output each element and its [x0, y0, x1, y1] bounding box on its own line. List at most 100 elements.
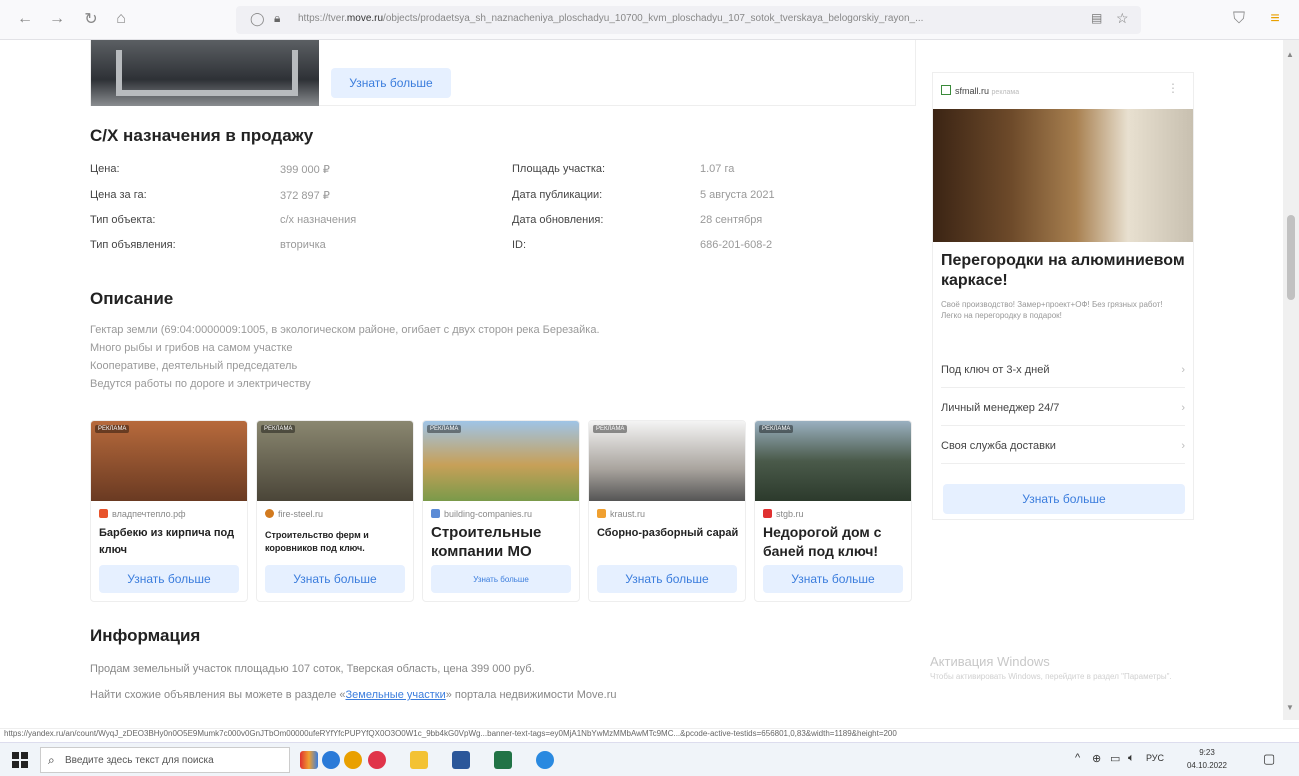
price-value: 399 000 ₽: [280, 164, 330, 176]
lock-icon[interactable]: 🔒︎: [274, 11, 280, 26]
updated-value: 28 сентября: [700, 214, 763, 226]
ad-image[interactable]: [755, 421, 911, 501]
ad-card[interactable]: РЕКЛАМА building-companies.ru Строительн…: [422, 420, 580, 602]
ad-text: Своё производство! Замер+проект+ОФ! Без …: [941, 300, 1163, 320]
object-type-label: Тип объекта:: [90, 214, 156, 226]
shield-extension-icon[interactable]: ⛉: [1228, 8, 1250, 30]
ad-source[interactable]: kraust.ru: [597, 509, 645, 519]
info-line: Продам земельный участок площадью 107 со…: [90, 663, 535, 675]
notifications-icon[interactable]: ▢: [1263, 751, 1275, 767]
yandex-browser-icon[interactable]: [344, 751, 362, 769]
forward-icon[interactable]: →: [46, 8, 68, 30]
learn-more-button[interactable]: Узнать больше: [265, 565, 405, 593]
ad-card[interactable]: РЕКЛАМА kraust.ru Сборно-разборный сарай…: [588, 420, 746, 602]
site-icon: [597, 509, 606, 518]
scroll-thumb[interactable]: [1287, 215, 1295, 300]
clock[interactable]: 9:23 04.10.2022: [1183, 746, 1231, 772]
page-content: Узнать больше С/Х назначения в продажу Ц…: [0, 40, 1283, 720]
url-text[interactable]: https://tver.move.ru/objects/prodaetsya_…: [298, 13, 1088, 24]
bookmark-star-icon[interactable]: ☆: [1116, 10, 1129, 27]
ad-source[interactable]: sfmall.ru реклама: [941, 85, 1019, 96]
description-line: Гектар земли (69:04:0000009:1005, в экол…: [90, 324, 600, 336]
published-value: 5 августа 2021: [700, 189, 775, 201]
chevron-right-icon: ›: [1181, 363, 1185, 376]
ad-title[interactable]: Сборно-разборный сарай: [597, 525, 742, 542]
site-icon: [763, 509, 772, 518]
status-url: https://yandex.ru/an/count/WyqJ_zDEO3BHy…: [0, 728, 1299, 742]
ad-image[interactable]: [91, 421, 247, 501]
site-icon: [265, 509, 274, 518]
search-icon: ⌕: [48, 753, 55, 767]
description-line: Кооперативе, деятельный председатель: [90, 360, 298, 372]
learn-more-button[interactable]: Узнать больше: [597, 565, 737, 593]
file-explorer-icon[interactable]: [410, 751, 428, 769]
shield-icon[interactable]: ◯: [250, 11, 265, 27]
ad-card[interactable]: РЕКЛАМА владпечтепло.рф Барбекю из кирпи…: [90, 420, 248, 602]
chevron-up-icon[interactable]: ^: [1075, 752, 1080, 764]
globe-icon[interactable]: [322, 751, 340, 769]
ad-tag: РЕКЛАМА: [593, 425, 628, 433]
ad-title[interactable]: Недорогой дом с баней под ключ!: [763, 523, 908, 561]
learn-more-button[interactable]: Узнать больше: [763, 565, 903, 593]
ad-feature-row[interactable]: Своя служба доставки ›: [941, 428, 1185, 464]
ad-image[interactable]: [91, 40, 319, 106]
multicolor-app-icon[interactable]: [300, 751, 318, 769]
taskbar-search-input[interactable]: ⌕ Введите здесь текст для поиска: [40, 747, 290, 773]
reader-view-icon[interactable]: ▤: [1091, 11, 1102, 25]
ad-card[interactable]: РЕКЛАМА stgb.ru Недорогой дом с баней по…: [754, 420, 912, 602]
top-ad-card: Узнать больше: [90, 40, 916, 106]
windows-start-icon[interactable]: [12, 752, 28, 768]
listing-type-label: Тип объявления:: [90, 239, 176, 251]
language-indicator[interactable]: РУС: [1146, 753, 1164, 763]
ad-title[interactable]: Барбекю из кирпича под ключ: [99, 525, 244, 559]
ad-title[interactable]: Перегородки на алюминиевом каркасе!: [941, 251, 1191, 291]
ad-title[interactable]: Строительные компании МО: [431, 523, 576, 561]
back-icon[interactable]: ←: [14, 8, 36, 30]
ad-card[interactable]: РЕКЛАМА fire-steel.ru Строительство ферм…: [256, 420, 414, 602]
ad-source[interactable]: fire-steel.ru: [265, 509, 323, 519]
info-line: Найти схожие объявления вы можете в разд…: [90, 689, 617, 701]
network-icon[interactable]: ⊕: [1092, 752, 1101, 765]
id-value: 686-201-608-2: [700, 239, 773, 251]
menu-icon[interactable]: ≡: [1264, 8, 1286, 30]
ad-tag: РЕКЛАМА: [427, 425, 462, 433]
ad-image[interactable]: [589, 421, 745, 501]
price-per-ha-value: 372 897 ₽: [280, 190, 330, 202]
firefox-icon[interactable]: [368, 751, 386, 769]
ad-image[interactable]: [423, 421, 579, 501]
learn-more-button[interactable]: Узнать больше: [943, 484, 1185, 514]
more-options-icon[interactable]: ⋮: [1167, 81, 1179, 95]
page-scrollbar[interactable]: ▲ ▼: [1283, 40, 1299, 720]
browser-toolbar: ← → ↻ ⌂ ◯ 🔒︎ https://tver.move.ru/object…: [0, 0, 1299, 40]
windows-activation-title: Активация Windows: [930, 654, 1050, 669]
description-line: Много рыбы и грибов на самом участке: [90, 342, 293, 354]
address-bar[interactable]: ◯ 🔒︎ https://tver.move.ru/objects/prodae…: [236, 6, 1141, 34]
ad-image[interactable]: [257, 421, 413, 501]
area-label: Площадь участка:: [512, 163, 606, 175]
scroll-up-icon[interactable]: ▲: [1286, 50, 1294, 59]
ad-source[interactable]: stgb.ru: [763, 509, 804, 519]
word-icon[interactable]: [452, 751, 470, 769]
id-label: ID:: [512, 239, 527, 251]
ad-feature-row[interactable]: Под ключ от 3-х дней ›: [941, 352, 1185, 388]
home-icon[interactable]: ⌂: [110, 8, 132, 30]
ad-source[interactable]: building-companies.ru: [431, 509, 532, 519]
ad-feature-row[interactable]: Личный менеджер 24/7 ›: [941, 390, 1185, 426]
learn-more-button[interactable]: Узнать больше: [431, 565, 571, 593]
ad-source[interactable]: владпечтепло.рф: [99, 509, 186, 519]
volume-icon[interactable]: 🔈︎: [1128, 752, 1135, 765]
ad-image[interactable]: [933, 109, 1193, 242]
scroll-down-icon[interactable]: ▼: [1286, 703, 1294, 712]
site-icon: [941, 85, 951, 95]
learn-more-button[interactable]: Узнать больше: [331, 68, 451, 98]
edge-icon[interactable]: [536, 751, 554, 769]
side-ad[interactable]: sfmall.ru реклама ⋮ Перегородки на алюми…: [932, 72, 1194, 520]
battery-icon[interactable]: ▭: [1110, 752, 1120, 765]
learn-more-button[interactable]: Узнать больше: [99, 565, 239, 593]
ad-title[interactable]: Строительство ферм и коровников под ключ…: [265, 529, 410, 555]
excel-icon[interactable]: [494, 751, 512, 769]
land-plots-link[interactable]: Земельные участки: [346, 689, 446, 701]
reload-icon[interactable]: ↻: [80, 8, 102, 30]
flame-icon: [99, 509, 108, 518]
listing-type-value: вторичка: [280, 239, 326, 251]
